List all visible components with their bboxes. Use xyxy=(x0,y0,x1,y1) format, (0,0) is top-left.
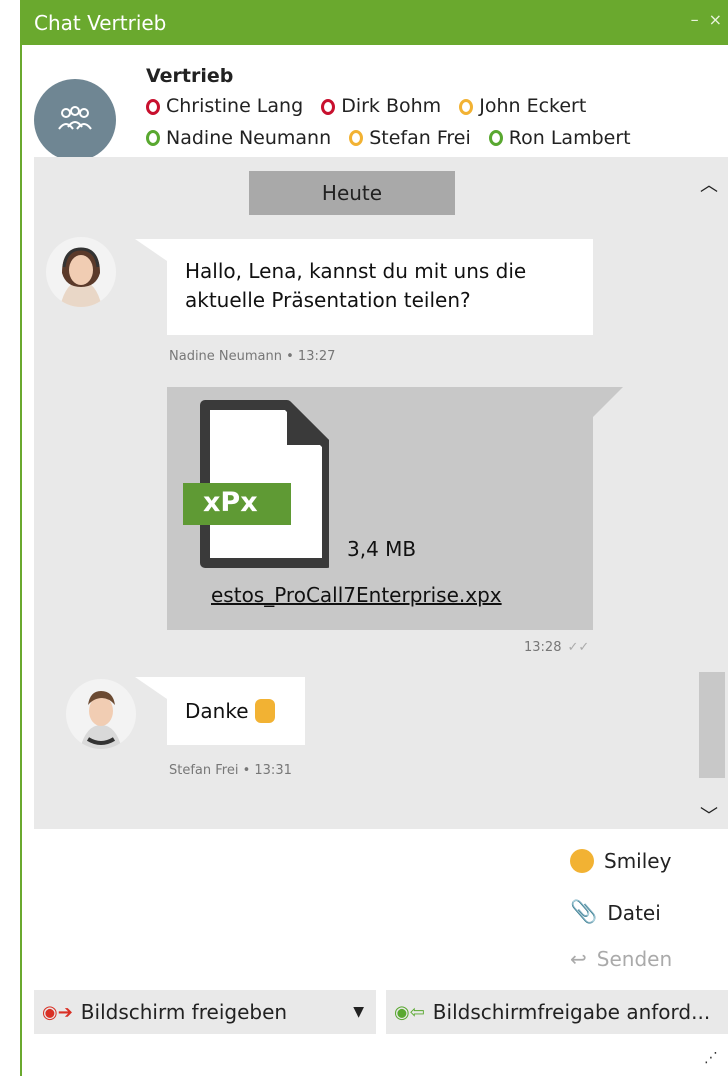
request-share-button[interactable]: ◉⇦ Bildschirmfreigabe anford... xyxy=(386,990,728,1034)
scrollbar[interactable]: ︿ ﹀ xyxy=(696,157,726,829)
binoculars-request-icon: ◉⇦ xyxy=(394,1001,425,1023)
thumbs-up-icon xyxy=(254,699,275,723)
bottom-actions: ◉➔ Bildschirm freigeben ▼ ◉⇦ Bildschirmf… xyxy=(34,990,728,1034)
scroll-thumb[interactable] xyxy=(699,672,725,778)
message-meta: Stefan Frei • 13:31 xyxy=(169,763,292,778)
send-label: Senden xyxy=(596,947,673,971)
window-controls: – × xyxy=(691,10,722,29)
group-icon xyxy=(58,106,92,130)
message-meta: 13:28 ✓✓ xyxy=(524,640,589,655)
message-meta: Nadine Neumann • 13:27 xyxy=(169,349,336,364)
message-text: Hallo, Lena, kannst du mit uns die xyxy=(185,259,527,283)
chevron-down-icon[interactable]: ▼ xyxy=(353,1004,364,1020)
request-share-label: Bildschirmfreigabe anford... xyxy=(432,1000,711,1024)
member-ron-lambert[interactable]: Ron Lambert xyxy=(488,124,631,153)
read-checkmarks-icon: ✓✓ xyxy=(567,640,590,655)
status-bar: ⋰ xyxy=(22,1040,728,1076)
send-button[interactable]: ↩ Senden xyxy=(570,947,672,971)
presence-busy-icon xyxy=(321,98,336,115)
person-avatar-icon xyxy=(66,679,136,749)
scroll-down-icon[interactable]: ﹀ xyxy=(700,802,718,828)
message-time: 13:28 xyxy=(524,640,562,655)
message-input[interactable] xyxy=(34,839,554,975)
share-screen-label: Bildschirm freigeben xyxy=(80,1000,288,1024)
paperclip-icon: 📎 xyxy=(570,900,598,925)
presence-away-icon xyxy=(349,130,364,146)
file-name-link[interactable]: estos_ProCall7Enterprise.xpx xyxy=(211,583,502,607)
file-type-badge: xPx xyxy=(203,487,258,518)
send-icon: ↩ xyxy=(570,947,587,971)
member-list: Christine Lang Dirk Bohm John Eckert Nad… xyxy=(146,92,726,155)
file-icon xyxy=(183,400,329,568)
resize-grip-icon[interactable]: ⋰ xyxy=(704,1050,718,1066)
message-bubble[interactable]: Hallo, Lena, kannst du mit uns die aktue… xyxy=(167,239,593,335)
share-screen-button[interactable]: ◉➔ Bildschirm freigeben ▼ xyxy=(34,990,376,1034)
binoculars-share-icon: ◉➔ xyxy=(42,1001,73,1023)
member-christine-lang[interactable]: Christine Lang xyxy=(146,92,303,121)
presence-available-icon xyxy=(488,130,503,146)
member-dirk-bohm[interactable]: Dirk Bohm xyxy=(321,92,441,121)
group-avatar[interactable] xyxy=(34,79,116,161)
avatar-stefan[interactable] xyxy=(66,679,136,749)
file-message[interactable]: xPx 3,4 MB estos_ProCall7Enterprise.xpx xyxy=(167,387,593,630)
presence-available-icon xyxy=(146,130,160,146)
message-text: Danke xyxy=(185,698,249,723)
bubble-tail xyxy=(593,387,623,417)
member-name: Stefan Frei xyxy=(369,126,471,149)
title-bar[interactable]: Chat Vertrieb – × xyxy=(22,0,728,45)
day-separator: Heute xyxy=(249,171,455,215)
file-label: Datei xyxy=(607,900,661,925)
member-stefan-frei[interactable]: Stefan Frei xyxy=(349,124,471,153)
minimize-button[interactable]: – xyxy=(691,10,699,29)
group-header: Vertrieb Christine Lang Dirk Bohm John E… xyxy=(22,45,728,161)
member-name: John Eckert xyxy=(479,95,587,117)
bubble-tail xyxy=(135,239,167,261)
group-name: Vertrieb xyxy=(146,65,234,87)
close-button[interactable]: × xyxy=(709,10,722,29)
member-nadine-neumann[interactable]: Nadine Neumann xyxy=(146,124,331,153)
member-john-eckert[interactable]: John Eckert xyxy=(459,92,586,121)
member-name: Dirk Bohm xyxy=(341,95,442,117)
avatar-nadine[interactable] xyxy=(46,237,116,307)
message-area[interactable]: Heute Hallo, Lena, kannst du mit uns die… xyxy=(34,157,728,829)
chat-window: Chat Vertrieb – × Vertrieb Christine Lan… xyxy=(20,0,728,1076)
member-name: Christine Lang xyxy=(166,95,304,117)
member-name: Nadine Neumann xyxy=(166,126,332,149)
scroll-up-icon[interactable]: ︿ xyxy=(700,171,718,197)
window-title: Chat Vertrieb xyxy=(34,10,167,35)
file-size: 3,4 MB xyxy=(347,537,417,561)
attach-file-button[interactable]: 📎 Datei xyxy=(570,900,661,925)
message-bubble[interactable]: Danke xyxy=(167,677,305,745)
smiley-icon xyxy=(570,849,594,873)
message-text: aktuelle Präsentation teilen? xyxy=(185,288,471,312)
bubble-tail xyxy=(135,677,167,699)
person-avatar-icon xyxy=(46,237,116,307)
smiley-button[interactable]: Smiley xyxy=(570,849,671,873)
member-name: Ron Lambert xyxy=(508,126,631,149)
smiley-label: Smiley xyxy=(604,849,672,873)
presence-busy-icon xyxy=(146,98,160,115)
presence-away-icon xyxy=(459,98,474,115)
